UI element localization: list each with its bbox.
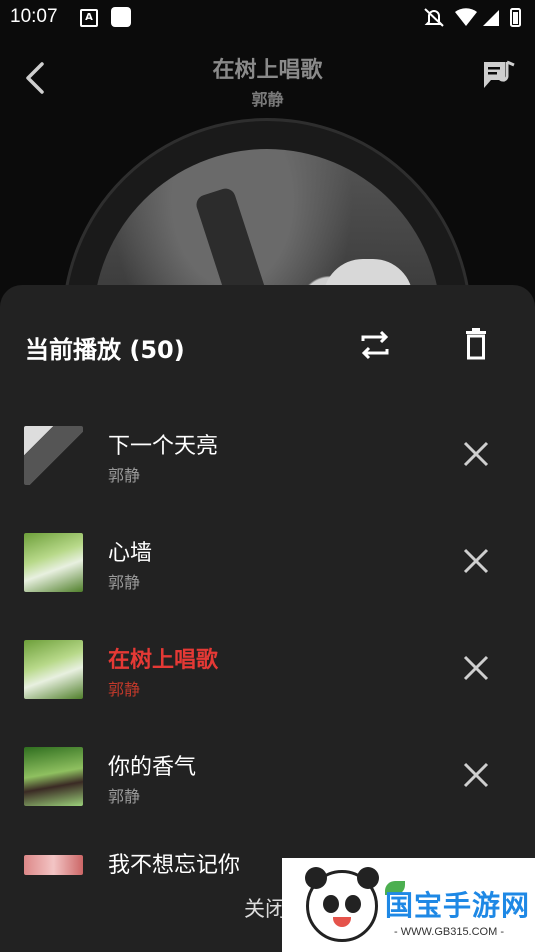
repeat-icon[interactable]	[355, 327, 395, 363]
lyrics-icon[interactable]	[481, 58, 517, 94]
playlist-item-now-playing[interactable]: 在树上唱歌 郭静	[0, 604, 535, 711]
song-artist: 郭静	[108, 466, 141, 485]
playlist-item[interactable]: 下一个天亮 郭静	[0, 390, 535, 497]
notification-square-icon	[111, 7, 131, 27]
playlist-sheet: 当前播放 (50) 下一个天亮 郭静 心墙 郭静 在树上唱歌 郭静 你的香气 郭…	[0, 285, 535, 952]
remove-icon[interactable]	[460, 652, 492, 684]
watermark-brand: 国宝手游网	[385, 889, 531, 922]
song-artist: 郭静	[108, 573, 141, 592]
song-thumbnail	[24, 533, 83, 592]
song-thumbnail	[24, 426, 83, 485]
watermark-logo: 国宝手游网 - WWW.GB315.COM -	[282, 858, 535, 952]
song-title: 在树上唱歌	[212, 58, 323, 83]
status-time: 10:07	[10, 6, 58, 27]
playlist-item[interactable]: 你的香气 郭静	[0, 711, 535, 818]
song-name: 心墙	[108, 541, 153, 566]
song-thumbnail	[24, 640, 83, 699]
panda-logo-icon	[305, 867, 405, 942]
status-icons	[424, 8, 521, 27]
signal-icon	[483, 10, 499, 26]
notification-a-icon: A	[80, 9, 98, 27]
wifi-icon	[455, 8, 477, 26]
remove-icon[interactable]	[460, 759, 492, 791]
remove-icon[interactable]	[460, 545, 492, 577]
song-artist: 郭静	[108, 787, 141, 806]
remove-icon[interactable]	[460, 438, 492, 470]
song-name: 下一个天亮	[108, 434, 219, 459]
song-name: 你的香气	[108, 755, 197, 780]
watermark-url: - WWW.GB315.COM -	[394, 926, 504, 938]
playlist-item[interactable]: 心墙 郭静	[0, 497, 535, 604]
mute-icon	[424, 8, 444, 27]
song-artist: 郭静	[108, 680, 141, 699]
song-thumbnail	[24, 855, 83, 875]
playlist-title: 当前播放 (50)	[25, 336, 185, 364]
song-artist: 郭静	[251, 90, 284, 109]
close-button[interactable]: 关闭	[244, 893, 286, 923]
delete-all-icon[interactable]	[456, 325, 496, 365]
status-bar: 10:07 A	[0, 0, 535, 36]
song-name: 我不想忘记你	[108, 853, 241, 878]
song-name: 在树上唱歌	[108, 648, 219, 673]
song-thumbnail	[24, 747, 83, 806]
